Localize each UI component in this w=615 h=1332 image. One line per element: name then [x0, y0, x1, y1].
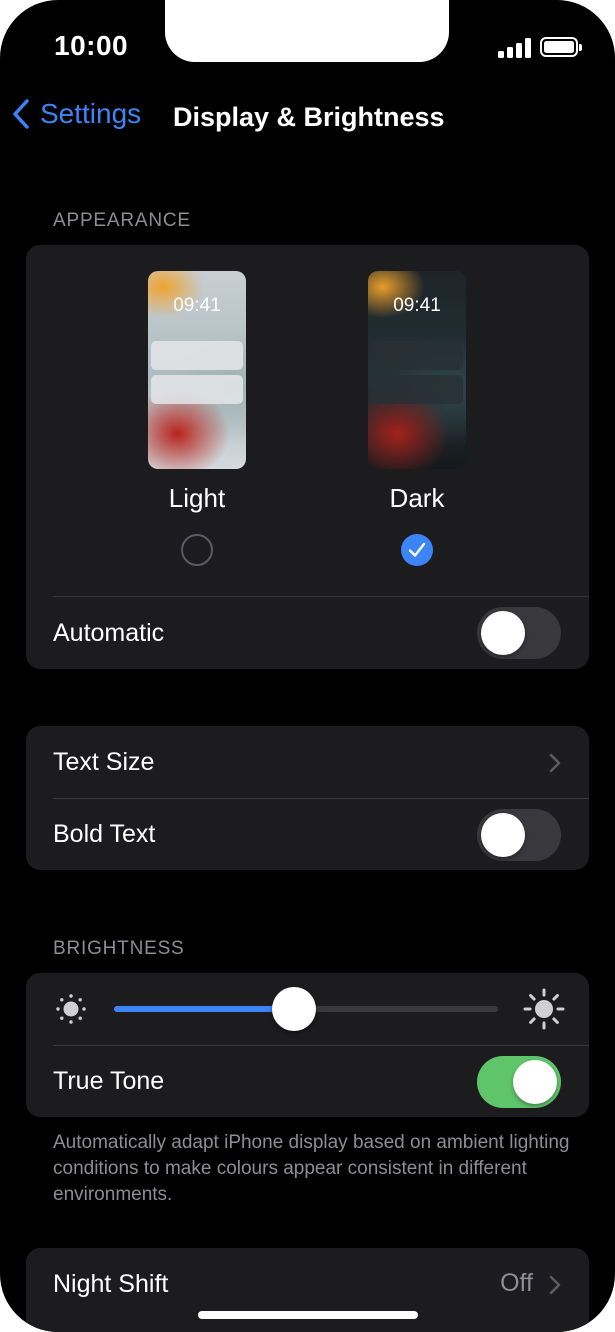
back-button-label: Settings [40, 98, 142, 129]
bold-text-toggle[interactable] [477, 809, 561, 861]
device-screen: 10:00 Settings Display & Brightness APPE… [0, 0, 615, 1332]
true-tone-description: Automatically adapt iPhone display based… [53, 1132, 570, 1205]
appearance-section-header: APPEARANCE [53, 210, 191, 231]
light-preview-notification [151, 375, 243, 404]
battery-full-icon [540, 37, 582, 57]
checkmark-icon [408, 542, 426, 557]
night-shift-label: Night Shift [53, 1269, 169, 1298]
text-group: Text Size Bold Text [26, 726, 589, 870]
brightness-slider-fill [114, 1006, 295, 1012]
brightness-slider-thumb[interactable] [272, 987, 317, 1031]
dark-mode-preview[interactable]: 09:41 [368, 271, 466, 469]
chevron-right-icon [549, 1275, 561, 1295]
night-shift-group: Night Shift Off [26, 1248, 589, 1332]
dark-preview-notification [371, 375, 463, 404]
light-mode-radio[interactable] [181, 534, 213, 566]
toggle-knob [481, 813, 525, 857]
toggle-knob [513, 1060, 557, 1104]
true-tone-toggle[interactable] [477, 1056, 561, 1108]
text-size-row[interactable]: Text Size [53, 726, 589, 798]
home-indicator[interactable] [198, 1311, 418, 1319]
sun-large-icon [523, 988, 565, 1030]
dark-mode-radio[interactable] [401, 534, 433, 566]
light-mode-label: Light [168, 483, 226, 513]
automatic-toggle[interactable] [477, 607, 561, 659]
bold-text-label: Bold Text [53, 819, 156, 848]
appearance-group: 09:41 Light 09:41 Dark Automatic [26, 245, 589, 669]
light-mode-preview[interactable]: 09:41 [148, 271, 246, 469]
text-size-label: Text Size [53, 747, 155, 776]
sun-small-icon [56, 994, 86, 1024]
true-tone-label: True Tone [53, 1066, 165, 1095]
night-shift-value: Off [500, 1269, 533, 1297]
page-title: Display & Brightness [173, 102, 445, 132]
signal-bars-icon [498, 38, 532, 58]
light-preview-notification [151, 341, 243, 370]
toggle-knob [481, 611, 525, 655]
automatic-label: Automatic [53, 618, 165, 647]
chevron-right-icon [549, 753, 561, 773]
status-time: 10:00 [54, 30, 129, 61]
dark-mode-label: Dark [389, 483, 445, 513]
light-preview-time: 09:41 [173, 295, 221, 316]
brightness-section-header: BRIGHTNESS [53, 938, 185, 959]
back-button[interactable]: Settings [12, 98, 141, 130]
dark-preview-time: 09:41 [393, 295, 441, 316]
chevron-left-icon [13, 99, 29, 129]
brightness-slider[interactable] [114, 987, 498, 1031]
notch [165, 0, 449, 62]
brightness-group: True Tone [26, 973, 589, 1117]
dark-preview-notification [371, 341, 463, 370]
